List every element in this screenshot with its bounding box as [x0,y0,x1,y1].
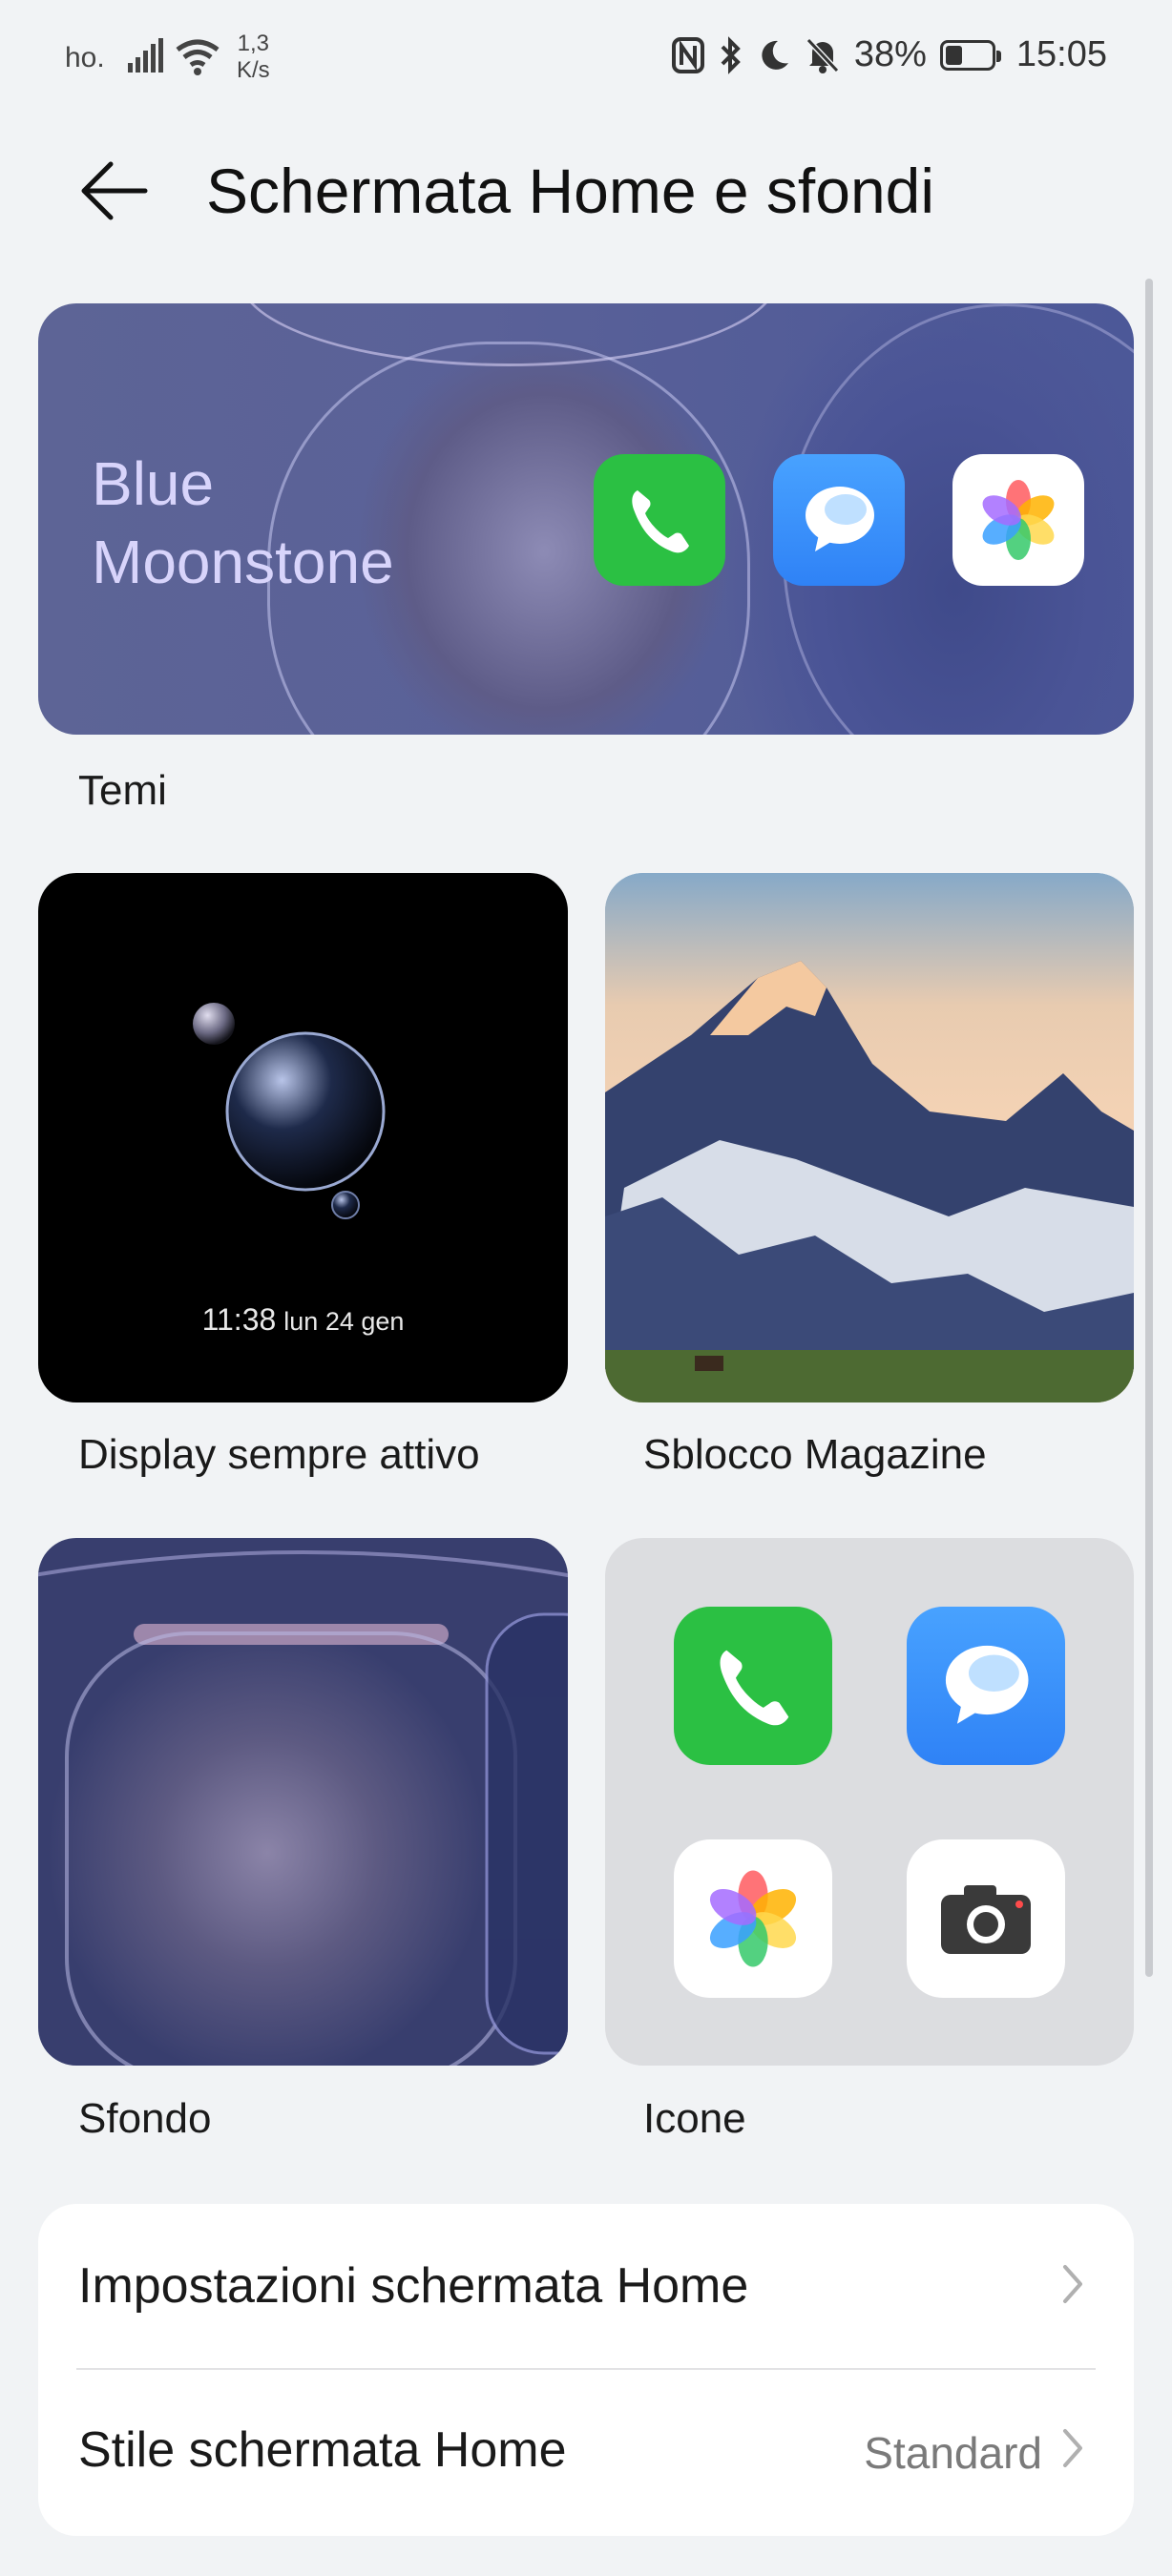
themes-label: Temi [78,767,167,814]
messages-icon [773,454,905,586]
speed-value: 1,3 [237,31,270,56]
wallpaper-card[interactable] [38,1538,568,2066]
chevron-right-icon [1063,2265,1082,2303]
wifi-icon [176,39,220,75]
aod-date: lun 24 gen [283,1307,405,1336]
chevron-right-icon [1063,2429,1082,2467]
magazine-unlock-label: Sblocco Magazine [643,1431,987,1478]
do-not-disturb-moon-icon [762,40,788,70]
magazine-unlock-card[interactable] [605,873,1134,1402]
wallpaper-image [38,1550,568,2066]
scrollbar[interactable] [1145,279,1153,1977]
always-on-display-card[interactable]: 11:38 lun 24 gen [38,873,568,1402]
mountain-image [605,873,1134,1402]
home-style-value: Standard [864,2428,1042,2478]
phone-icon [594,454,725,586]
nfc-icon [671,36,704,73]
gallery-icon [674,1839,832,1998]
muted-bell-icon [806,37,840,73]
page-title: Schermata Home e sfondi [206,156,935,226]
wallpaper-label: Sfondo [78,2095,212,2142]
battery-percentage: 38% [853,34,927,74]
clock: 15:05 [1015,34,1107,74]
aod-time: 11:38 [201,1302,277,1337]
battery-fill [945,45,962,65]
theme-name-line1: Blue [92,449,215,518]
gallery-icon [952,454,1084,586]
theme-card[interactable]: Blue Moonstone [38,303,1134,735]
battery-icon [939,39,1001,71]
icons-card[interactable] [605,1538,1134,2066]
home-settings-label: Impostazioni schermata Home [78,2258,749,2314]
theme-name-line2: Moonstone [92,528,394,596]
camera-icon [907,1839,1065,1998]
status-bar: ho. 1,3 K/s 38% 15:05 [0,0,1172,114]
carrier-label: ho. [65,42,105,73]
icons-label: Icone [643,2095,746,2142]
status-right: 38% 15:05 [671,34,1107,75]
home-style-row[interactable]: Stile schermata Home Standard [38,2368,1134,2523]
speed-unit: K/s [237,57,270,83]
phone-icon [674,1607,832,1765]
network-speed: 1,3 K/s [237,31,270,84]
messages-icon [907,1607,1065,1765]
home-settings-list: Impostazioni schermata Home Stile scherm… [38,2204,1134,2536]
home-settings-row[interactable]: Impostazioni schermata Home [38,2204,1134,2358]
signal-icon [128,38,163,73]
back-arrow-icon[interactable] [76,153,153,229]
home-style-label: Stile schermata Home [78,2422,567,2478]
aod-clock: 11:38 lun 24 gen [38,1302,568,1338]
theme-name: Blue Moonstone [92,445,394,601]
bluetooth-icon [721,35,741,74]
always-on-display-label: Display sempre attivo [78,1431,480,1478]
